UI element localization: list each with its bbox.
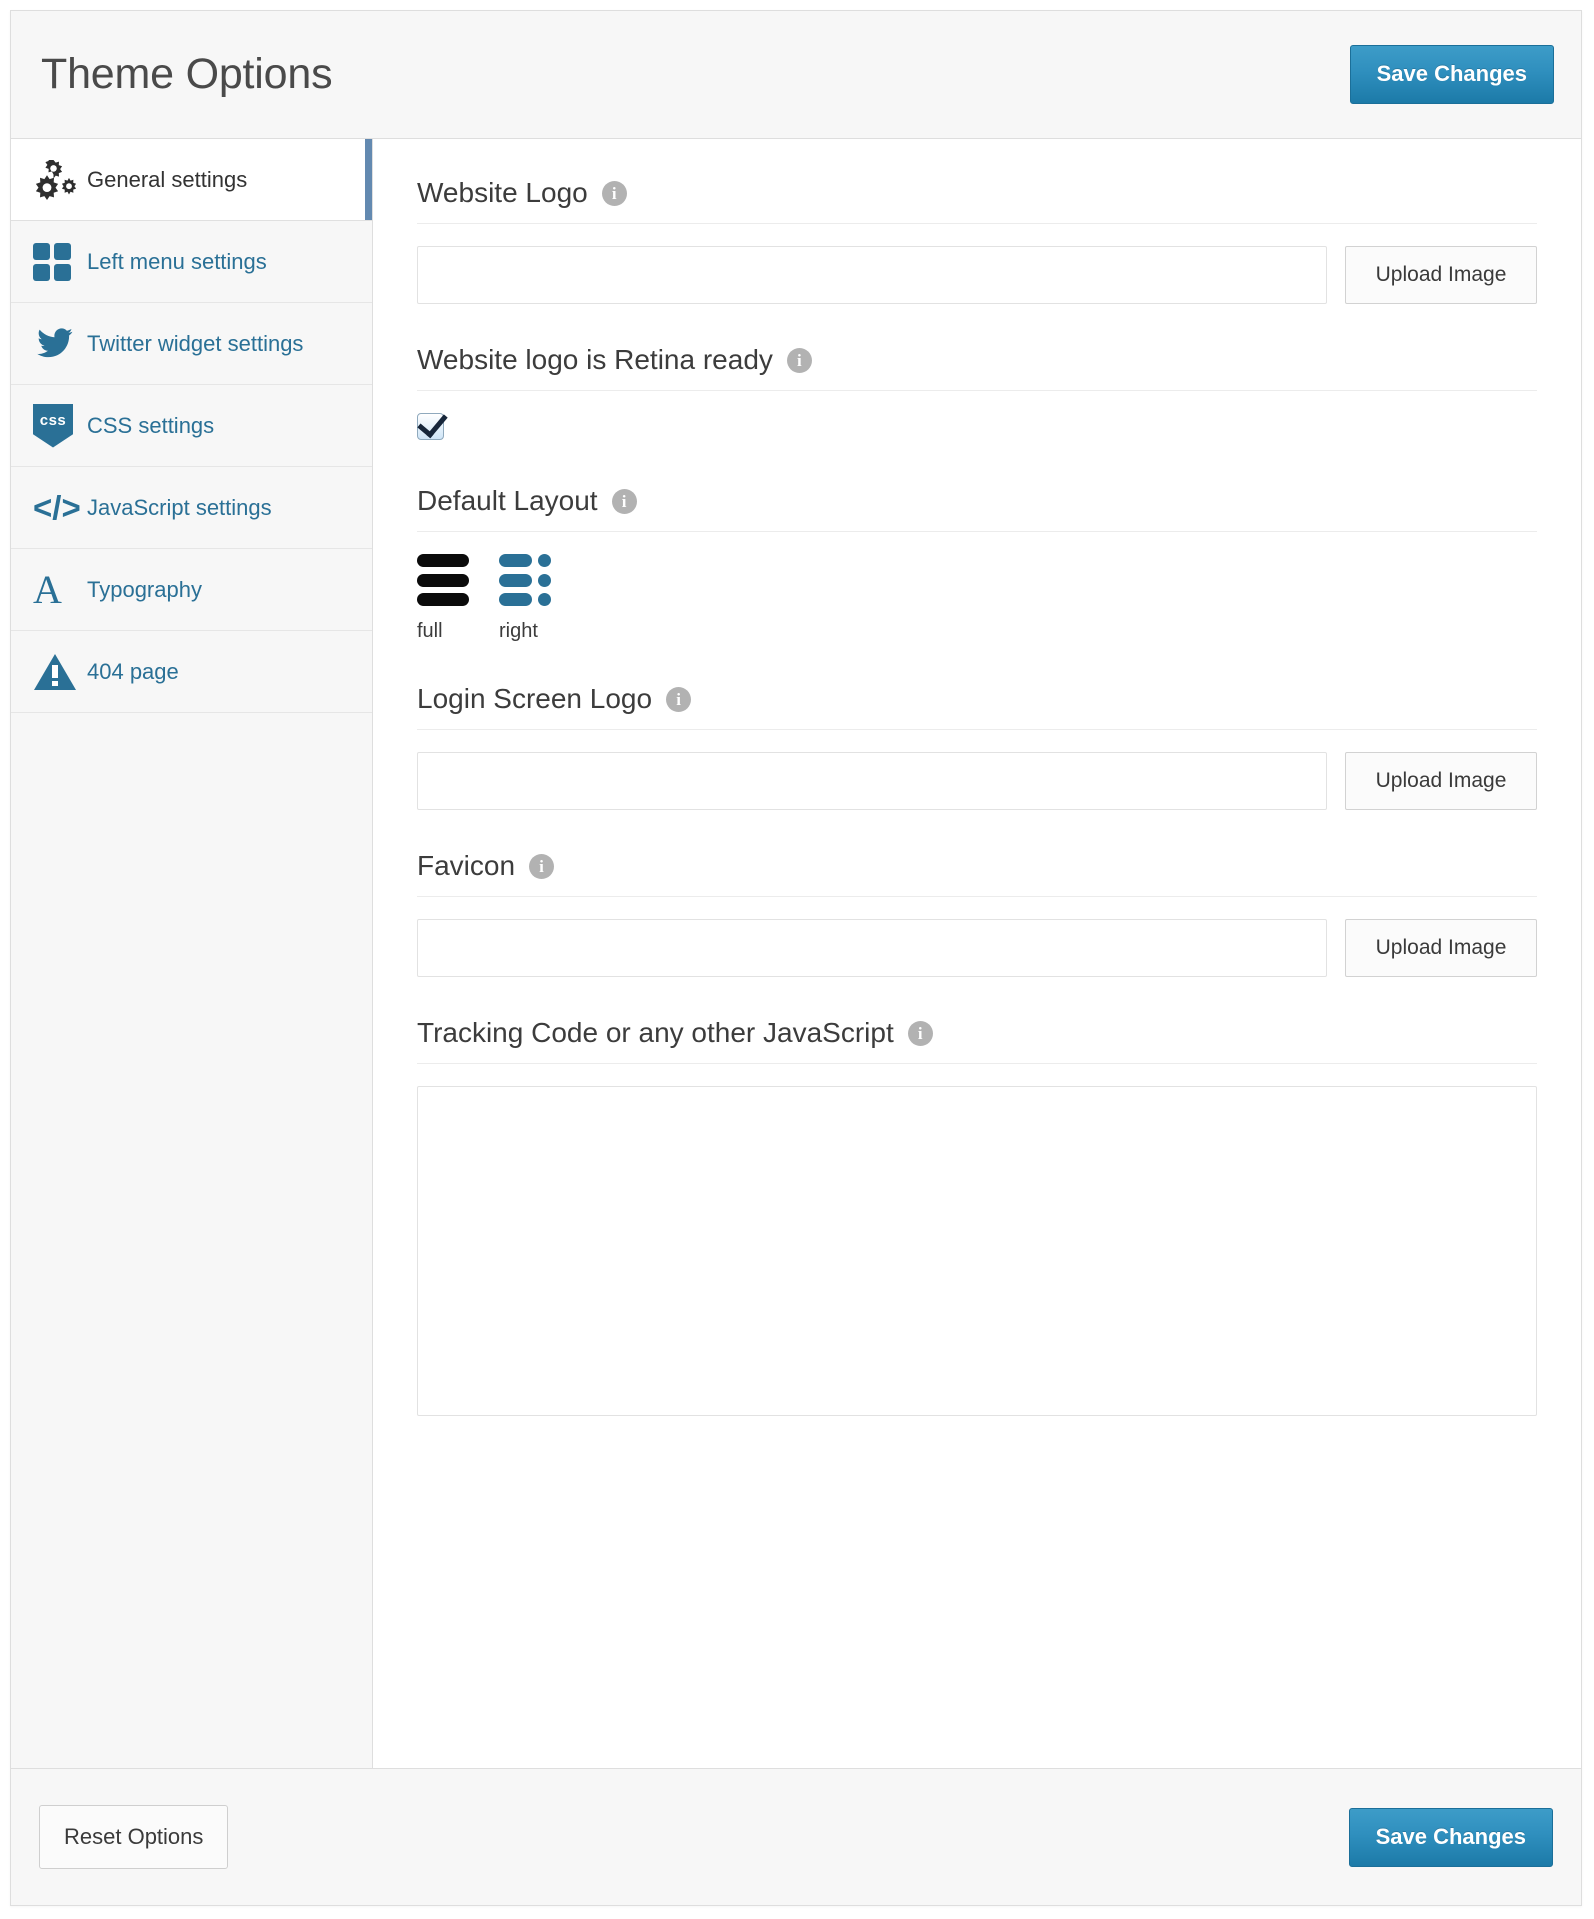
info-icon[interactable]: i [907, 1020, 933, 1046]
login-screen-logo-input-row: Upload Image [417, 752, 1537, 810]
field-label: Website logo is Retina ready [417, 344, 773, 375]
upload-image-button-website-logo[interactable]: Upload Image [1345, 246, 1537, 304]
field-label: Website Logo [417, 177, 588, 208]
tracking-code-header: Tracking Code or any other JavaScript i [417, 1017, 1537, 1064]
favicon-field: Favicon i Upload Image [417, 850, 1537, 977]
code-brackets-label: </> [33, 489, 81, 526]
login-screen-logo-header: Login Screen Logo i [417, 683, 1537, 730]
website-logo-input-row: Upload Image [417, 246, 1537, 304]
sidebar-item-label: Left menu settings [87, 248, 267, 274]
sidebar-item-label: JavaScript settings [87, 494, 272, 520]
retina-ready-header: Website logo is Retina ready i [417, 344, 1537, 391]
layout-option-label: right [499, 620, 538, 642]
sidebar-item-label: Twitter widget settings [87, 330, 304, 356]
gears-icon [33, 159, 87, 200]
letter-a-icon: A [33, 566, 87, 612]
save-changes-button-bottom[interactable]: Save Changes [1348, 1807, 1553, 1867]
sidebar-item-general-settings[interactable]: General settings [11, 139, 372, 221]
field-label: Favicon [417, 850, 516, 881]
website-logo-input[interactable] [417, 246, 1327, 304]
warning-triangle-icon [33, 652, 87, 692]
settings-content: Website Logo i Upload Image Website logo… [373, 139, 1581, 1768]
login-screen-logo-input[interactable] [417, 752, 1327, 810]
default-layout-header: Default Layout i [417, 485, 1537, 532]
login-screen-logo-field: Login Screen Logo i Upload Image [417, 683, 1537, 810]
save-changes-button-top[interactable]: Save Changes [1349, 45, 1554, 104]
upload-image-button-favicon[interactable]: Upload Image [1345, 919, 1537, 977]
sidebar-item-javascript-settings[interactable]: </> JavaScript settings [11, 467, 372, 549]
twitter-bird-icon [33, 325, 87, 363]
upload-image-button-login-logo[interactable]: Upload Image [1345, 752, 1537, 810]
page-title: Theme Options [41, 50, 333, 98]
sidebar-item-typography[interactable]: A Typography [11, 549, 372, 631]
info-icon[interactable]: i [529, 853, 555, 879]
panel-footer: Reset Options Save Changes [11, 1769, 1581, 1905]
field-label: Login Screen Logo [417, 683, 653, 714]
sidebar-item-label: CSS settings [87, 412, 215, 438]
layout-option-right[interactable]: right [499, 554, 555, 643]
css-shield-label: css [33, 403, 73, 448]
website-logo-field: Website Logo i Upload Image [417, 177, 1537, 304]
info-icon[interactable]: i [786, 347, 812, 373]
css-shield-icon: css [33, 403, 87, 448]
sidebar-item-label: 404 page [87, 658, 179, 684]
tracking-code-field: Tracking Code or any other JavaScript i [417, 1017, 1537, 1421]
layout-right-icon [499, 554, 555, 606]
page-header: Theme Options Save Changes [11, 11, 1581, 139]
info-icon[interactable]: i [601, 180, 627, 206]
website-logo-header: Website Logo i [417, 177, 1537, 224]
tracking-code-textarea[interactable] [417, 1086, 1537, 1416]
theme-options-page: Theme Options Save Changes General setti… [0, 0, 1594, 1919]
options-panel: Theme Options Save Changes General setti… [10, 10, 1582, 1906]
layout-option-full[interactable]: full [417, 554, 473, 643]
letter-a-label: A [33, 566, 62, 612]
settings-sidebar: General settings Left menu settings Twit… [11, 139, 373, 1768]
sidebar-item-label: General settings [87, 166, 248, 192]
reset-options-button[interactable]: Reset Options [39, 1805, 229, 1869]
sidebar-item-left-menu-settings[interactable]: Left menu settings [11, 221, 372, 303]
layout-option-label: full [417, 620, 443, 642]
sidebar-item-twitter-widget-settings[interactable]: Twitter widget settings [11, 303, 372, 385]
favicon-input-row: Upload Image [417, 919, 1537, 977]
sidebar-item-css-settings[interactable]: css CSS settings [11, 385, 372, 467]
favicon-input[interactable] [417, 919, 1327, 977]
retina-ready-field: Website logo is Retina ready i [417, 344, 1537, 445]
info-icon[interactable]: i [611, 488, 637, 514]
default-layout-field: Default Layout i full right [417, 485, 1537, 643]
field-label: Tracking Code or any other JavaScript [417, 1017, 894, 1048]
field-label: Default Layout [417, 485, 598, 516]
sidebar-item-404-page[interactable]: 404 page [11, 631, 372, 713]
code-brackets-icon: </> [33, 491, 87, 524]
layout-full-icon [417, 554, 473, 606]
grid-icon [33, 242, 87, 281]
info-icon[interactable]: i [666, 686, 692, 712]
panel-body: General settings Left menu settings Twit… [11, 139, 1581, 1769]
favicon-header: Favicon i [417, 850, 1537, 897]
sidebar-item-label: Typography [87, 576, 202, 602]
layout-option-list: full right [417, 554, 1537, 643]
retina-ready-checkbox[interactable] [417, 413, 444, 440]
